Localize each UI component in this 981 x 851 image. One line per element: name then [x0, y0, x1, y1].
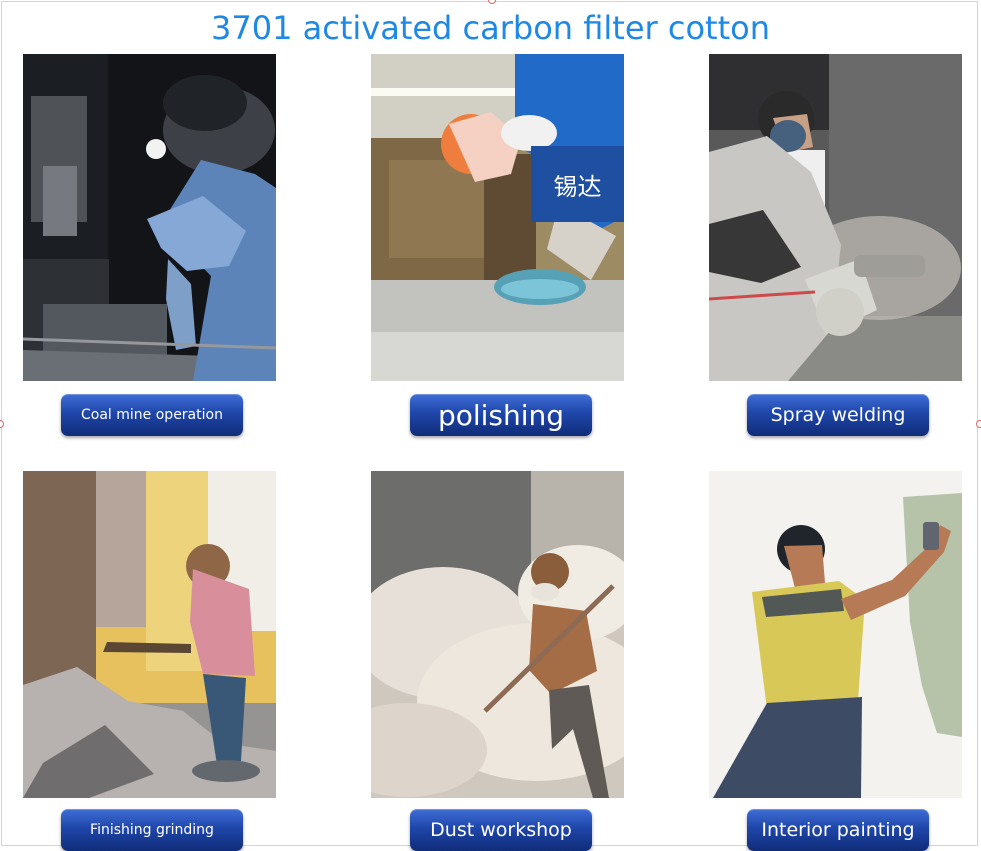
dust-workshop-worker-icon	[371, 471, 624, 798]
polishing-photo: 锡达	[371, 54, 624, 381]
dust-workshop-photo	[371, 471, 624, 798]
coal-mine-worker-icon	[23, 54, 276, 381]
finishing-grinding-label: Finishing grinding	[61, 809, 243, 851]
finishing-grinding-photo	[23, 471, 276, 798]
spray-welding-photo	[709, 54, 962, 381]
edge-marker-right	[976, 420, 981, 428]
spray-welding-label: Spray welding	[747, 394, 929, 436]
finishing-grinding-worker-icon	[23, 471, 276, 798]
dust-workshop-label: Dust workshop	[410, 809, 592, 851]
interior-painting-label: Interior painting	[747, 809, 929, 851]
polishing-label: polishing	[410, 394, 592, 436]
page-title: 3701 activated carbon filter cotton	[211, 9, 770, 47]
coal-mine-operation-label: Coal mine operation	[61, 394, 243, 436]
interior-painting-worker-icon	[709, 471, 962, 798]
polishing-watermark: 锡达	[531, 146, 624, 222]
spray-welding-worker-icon	[709, 54, 962, 381]
coal-mine-photo	[23, 54, 276, 381]
interior-painting-photo	[709, 471, 962, 798]
